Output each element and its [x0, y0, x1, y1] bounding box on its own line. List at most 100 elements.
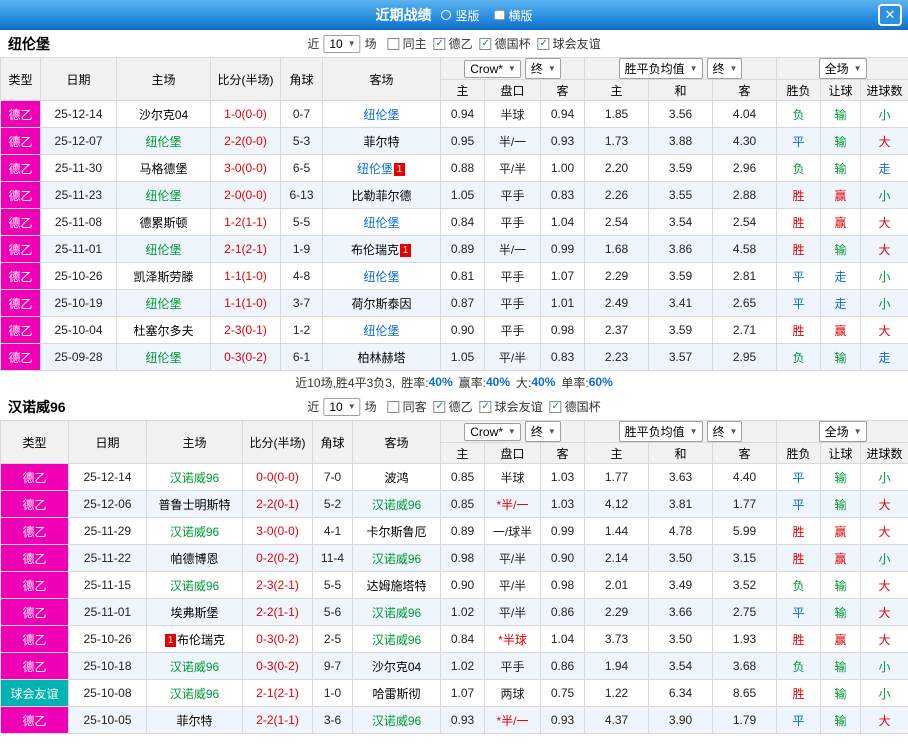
team-link[interactable]: 普鲁士明斯特: [158, 498, 230, 512]
avg-type-select[interactable]: 胜平负均值 ▼: [618, 58, 703, 79]
odds-home-cell: 0.85: [440, 463, 485, 491]
table-row: 德乙 25-11-15 汉诺威96 2-3(2-1) 5-5 达姆施塔特 0.9…: [0, 571, 908, 599]
result-cell: 负: [776, 571, 822, 599]
avg-time-select[interactable]: 终 ▼: [706, 58, 743, 79]
team-link[interactable]: 汉诺威96: [170, 471, 219, 485]
recent-count-select[interactable]: 10 ▼: [323, 397, 361, 416]
team-link[interactable]: 菲尔特: [176, 714, 212, 728]
team-link[interactable]: 纽伦堡: [363, 270, 399, 284]
team-link[interactable]: 汉诺威96: [170, 525, 219, 539]
avg-draw-cell: 3.57: [648, 343, 714, 371]
filter-checkbox[interactable]: ✓ 德乙: [433, 398, 473, 415]
avg-type-select[interactable]: 胜平负均值 ▼: [618, 421, 703, 442]
avg-away-cell: 2.96: [712, 154, 778, 182]
team-link[interactable]: 荷尔斯泰因: [351, 297, 411, 311]
odds-time-select[interactable]: 终 ▼: [524, 421, 561, 442]
team-link[interactable]: 马格德堡: [139, 162, 187, 176]
team-link[interactable]: 汉诺威96: [170, 579, 219, 593]
team-link[interactable]: 凯泽斯劳滕: [133, 270, 193, 284]
handicap-cell: *半/一: [484, 706, 541, 734]
handicap-cell: 平/半: [484, 343, 541, 371]
handicap-cell: 平手: [484, 181, 541, 209]
filter-checkbox[interactable]: ✓ 德乙: [433, 35, 473, 52]
team-link[interactable]: 纽伦堡: [145, 351, 181, 365]
odds-home-cell: 1.05: [440, 343, 485, 371]
team-link[interactable]: 卡尔斯鲁厄: [366, 525, 426, 539]
team-link[interactable]: 汉诺威96: [170, 660, 219, 674]
handicap-result-cell: 输: [820, 706, 862, 734]
team-link[interactable]: 纽伦堡: [145, 243, 181, 257]
layout-radio-vertical[interactable]: 竖版: [441, 7, 480, 24]
team-link[interactable]: 埃弗斯堡: [170, 606, 218, 620]
team-link[interactable]: 纽伦堡: [357, 162, 393, 176]
team-link[interactable]: 汉诺威96: [372, 498, 421, 512]
team-link[interactable]: 达姆施塔特: [366, 579, 426, 593]
goals-result-cell: 走: [860, 343, 908, 371]
filter-checkbox[interactable]: ✓ 德国杯: [479, 35, 531, 52]
team-link[interactable]: 杜塞尔多夫: [133, 324, 193, 338]
layout-radio-horizontal[interactable]: 横版: [493, 7, 533, 24]
sub-col-handicap: 盘口: [484, 79, 541, 101]
team-link[interactable]: 汉诺威96: [170, 687, 219, 701]
team-link[interactable]: 纽伦堡: [363, 324, 399, 338]
odds-away-cell: 1.00: [539, 154, 586, 182]
team-link[interactable]: 汉诺威96: [372, 552, 421, 566]
team-link[interactable]: 沙尔克04: [372, 660, 421, 674]
goals-result-cell: 大: [860, 208, 908, 236]
avg-draw-cell: 4.78: [648, 517, 714, 545]
team-link[interactable]: 纽伦堡: [145, 135, 181, 149]
match-date-cell: 25-10-08: [68, 679, 147, 707]
recent-count-select[interactable]: 10 ▼: [323, 34, 361, 53]
recent-matches-table: 类型 日期 主场 比分(半场) 角球 客场 Crow* ▼ 终 ▼ 胜平负均值 …: [0, 57, 908, 371]
away-team-cell: 纽伦堡: [322, 100, 441, 128]
result-cell: 胜: [776, 517, 822, 545]
handicap-result-cell: 输: [820, 100, 862, 128]
odds-home-cell: 0.84: [440, 208, 485, 236]
team-link[interactable]: 帕德博恩: [170, 552, 218, 566]
corner-cell: 1-9: [280, 235, 323, 263]
team-link[interactable]: 纽伦堡: [363, 216, 399, 230]
handicap-result-cell: 赢: [820, 181, 862, 209]
checkbox-label: 球会友谊: [494, 400, 543, 414]
team-link[interactable]: 布伦瑞克: [177, 633, 225, 647]
filter-checkbox[interactable]: ✓ 球会友谊: [537, 35, 601, 52]
team-link[interactable]: 纽伦堡: [363, 108, 399, 122]
team-link[interactable]: 柏林赫塔: [357, 351, 405, 365]
away-team-cell: 沙尔克04: [352, 652, 441, 680]
team-link[interactable]: 汉诺威96: [372, 606, 421, 620]
scope-select[interactable]: 全场 ▼: [818, 58, 867, 79]
home-team-cell: 纽伦堡: [116, 235, 211, 263]
checkbox-label: 德乙: [448, 400, 473, 414]
team-link[interactable]: 布伦瑞克: [351, 243, 399, 257]
avg-home-cell: 2.26: [584, 181, 650, 209]
recent-matches-table: 类型 日期 主场 比分(半场) 角球 客场 Crow* ▼ 终 ▼ 胜平负均值 …: [0, 420, 908, 734]
team-link[interactable]: 沙尔克04: [139, 108, 188, 122]
filter-checkbox[interactable]: 同客: [387, 398, 427, 415]
handicap-result-cell: 赢: [820, 625, 862, 653]
team-link[interactable]: 菲尔特: [363, 135, 399, 149]
filter-checkbox[interactable]: ✓ 球会友谊: [479, 398, 543, 415]
scope-select[interactable]: 全场 ▼: [818, 421, 867, 442]
match-date-cell: 25-10-04: [40, 316, 117, 344]
odds-home-cell: 0.88: [440, 154, 485, 182]
team-link[interactable]: 纽伦堡: [145, 297, 181, 311]
filter-checkbox[interactable]: 同主: [387, 35, 427, 52]
team-link[interactable]: 纽伦堡: [145, 189, 181, 203]
result-cell: 胜: [776, 316, 822, 344]
summary-handicap-rate: 赢率: 40%: [458, 375, 511, 390]
team-link[interactable]: 波鸿: [384, 471, 408, 485]
corner-cell: 4-1: [312, 517, 353, 545]
team-link[interactable]: 哈雷斯彻: [372, 687, 420, 701]
odds-time-select[interactable]: 终 ▼: [524, 58, 561, 79]
filter-checkbox[interactable]: ✓ 德国杯: [549, 398, 601, 415]
close-button[interactable]: ✕: [878, 4, 902, 26]
avg-time-select[interactable]: 终 ▼: [706, 421, 743, 442]
team-link[interactable]: 德累斯顿: [139, 216, 187, 230]
team-link[interactable]: 汉诺威96: [372, 633, 421, 647]
team-link[interactable]: 汉诺威96: [372, 714, 421, 728]
checkbox-label: 球会友谊: [552, 37, 601, 51]
near-label: 近: [307, 400, 320, 414]
odds-company-select[interactable]: Crow* ▼: [464, 59, 521, 78]
team-link[interactable]: 比勒菲尔德: [351, 189, 411, 203]
odds-company-select[interactable]: Crow* ▼: [464, 422, 521, 441]
